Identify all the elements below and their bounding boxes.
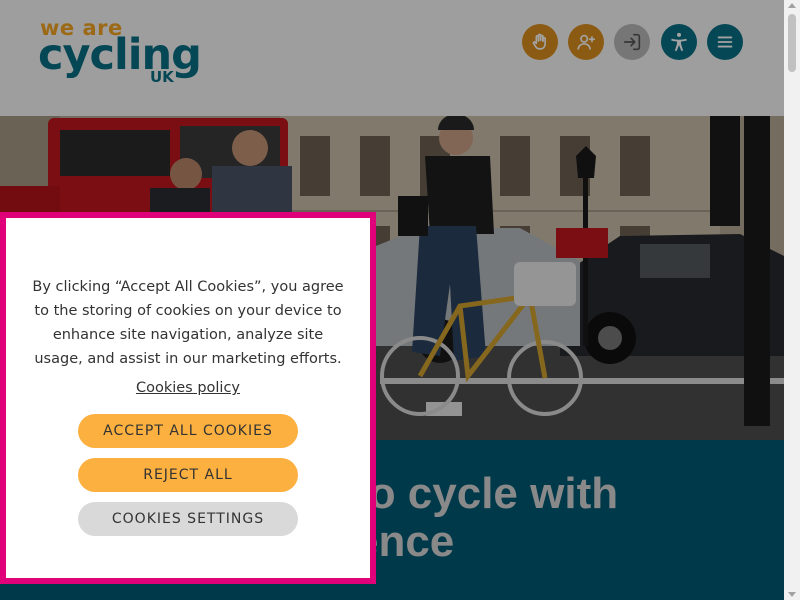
scroll-thumb[interactable] bbox=[788, 14, 796, 72]
cookies-policy-link[interactable]: Cookies policy bbox=[6, 380, 370, 396]
cookies-settings-button[interactable]: COOKIES SETTINGS bbox=[78, 502, 298, 536]
scrollbar[interactable] bbox=[784, 0, 800, 600]
reject-all-button[interactable]: REJECT ALL bbox=[78, 458, 298, 492]
accept-all-cookies-button[interactable]: ACCEPT ALL COOKIES bbox=[78, 414, 298, 448]
cookie-message: By clicking “Accept All Cookies”, you ag… bbox=[32, 279, 344, 367]
scroll-up-arrow[interactable] bbox=[788, 3, 796, 8]
cookie-consent-dialog: By clicking “Accept All Cookies”, you ag… bbox=[0, 212, 376, 584]
scroll-down-arrow[interactable] bbox=[788, 592, 796, 597]
